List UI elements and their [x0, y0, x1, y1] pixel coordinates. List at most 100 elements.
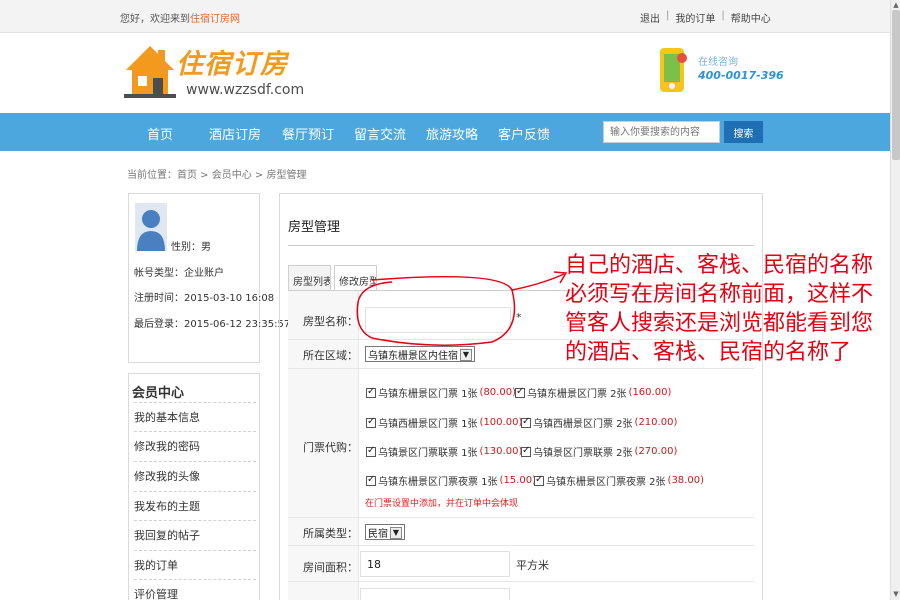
main-nav: 首页 酒店订房 餐厅预订 留言交流 旅游攻略 客户反馈 搜索 [0, 113, 890, 151]
type-select[interactable]: 民宿 ▼ [365, 524, 405, 540]
checkbox-checked-icon[interactable] [366, 474, 376, 486]
ticket-option[interactable]: 乌镇东栅景区门票 2张(160.00) [515, 385, 671, 400]
ticket-name: 乌镇东栅景区门票 2张 [527, 389, 627, 400]
row-divider [288, 545, 754, 546]
nav-item-travel-guide[interactable]: 旅游攻略 [426, 124, 478, 143]
avatar[interactable] [135, 203, 167, 251]
ticket-option[interactable]: 乌镇景区门票联票 2张(270.00) [521, 444, 677, 459]
row-divider [288, 581, 754, 582]
ticket-option[interactable]: 乌镇东栅景区门票 1张(80.00) [366, 385, 516, 400]
scroll-down-icon[interactable]: ▼ [892, 590, 900, 598]
tickets-note: 在门票设置中添加，并在订单中会体现 [365, 499, 519, 509]
menu-item-change-password[interactable]: 修改我的密码 [134, 431, 256, 460]
ticket-name: 乌镇西栅景区门票 1张 [378, 419, 478, 430]
ticket-name: 乌镇东栅景区门票夜票 2张 [546, 477, 666, 488]
logout-link[interactable]: 退出 [640, 10, 660, 25]
tab-room-list[interactable]: 房型列表 [288, 265, 331, 291]
house-logo-icon[interactable] [124, 44, 176, 100]
room-name-label: 房型名称： [303, 315, 358, 328]
ticket-price: (80.00) [479, 387, 516, 398]
checkbox-checked-icon[interactable] [366, 386, 376, 398]
room-name-input[interactable] [365, 307, 511, 333]
nav-item-hotel-booking[interactable]: 酒店订房 [209, 124, 261, 143]
room-area-input[interactable] [360, 551, 510, 577]
ticket-name: 乌镇景区门票联票 2张 [533, 448, 633, 459]
menu-item-my-topics[interactable]: 我发布的主题 [134, 491, 256, 520]
breadcrumb: 当前位置：首页 > 会员中心 > 房型管理 [127, 170, 307, 181]
room-area-unit: 平方米 [516, 559, 549, 572]
search-input[interactable] [603, 121, 720, 143]
row-divider [288, 517, 754, 518]
ticket-option[interactable]: 乌镇东栅景区门票夜票 2张(38.00) [534, 473, 704, 488]
nav-item-home[interactable]: 首页 [147, 124, 173, 143]
separator: | [666, 10, 670, 21]
menu-item-my-orders[interactable]: 我的订单 [134, 550, 256, 579]
ticket-price: (160.00) [628, 387, 672, 398]
area-select[interactable]: 乌镇东栅景区内住宿 ▼ [365, 346, 475, 362]
menu-item-change-avatar[interactable]: 修改我的头像 [134, 461, 256, 490]
checkbox-checked-icon[interactable] [521, 416, 531, 428]
welcome-site-link[interactable]: 住宿订房网 [190, 14, 240, 25]
profile-register-time: 注册时间：2015-03-10 16:08 [134, 293, 275, 304]
nav-item-messages[interactable]: 留言交流 [354, 124, 406, 143]
checkbox-checked-icon[interactable] [366, 416, 376, 428]
search-button[interactable]: 搜索 [724, 121, 763, 143]
chevron-down-icon: ▼ [390, 526, 402, 539]
type-label: 所属类型： [303, 527, 358, 540]
scroll-up-icon[interactable]: ▲ [892, 1, 900, 9]
room-area-label: 房间面积： [303, 561, 358, 574]
ticket-price: (270.00) [634, 446, 678, 457]
ticket-price: (15.00) [499, 475, 536, 486]
annotation-note: 自己的酒店、客栈、民宿的名称必须写在房间名称前面，这样不管客人搜索还是浏览都能看… [565, 253, 874, 365]
ticket-price: (210.00) [634, 417, 678, 428]
row-divider [288, 368, 754, 369]
separator: | [721, 10, 725, 21]
welcome-prefix: 您好，欢迎来到 [120, 14, 190, 25]
panel-title: 房型管理 [288, 220, 341, 235]
scrollbar-thumb[interactable] [892, 10, 900, 160]
menu-item-basic-info[interactable]: 我的基本信息 [134, 402, 256, 431]
ticket-name: 乌镇景区门票联票 1张 [378, 448, 478, 459]
profile-gender: 性别：男 [171, 242, 211, 253]
consult-phone: 400-0017-396 [698, 69, 784, 82]
logo-title[interactable]: 住宿订房 [176, 42, 288, 81]
menu-item-my-replies[interactable]: 我回复的帖子 [134, 520, 256, 549]
checkbox-checked-icon[interactable] [366, 445, 376, 457]
checkbox-checked-icon[interactable] [534, 474, 544, 486]
tickets-label: 门票代购： [303, 441, 358, 454]
nav-item-feedback[interactable]: 客户反馈 [498, 124, 550, 143]
ticket-price: (130.00) [479, 446, 523, 457]
ticket-option[interactable]: 乌镇西栅景区门票 1张(100.00) [366, 415, 522, 430]
phone-consult-icon[interactable] [656, 46, 690, 94]
checkbox-checked-icon[interactable] [521, 445, 531, 457]
profile-account-type: 帐号类型：企业账户 [134, 268, 224, 279]
next-field-input[interactable] [360, 588, 510, 600]
required-mark: * [516, 311, 522, 324]
profile-last-login: 最后登录：2015-06-12 23:35:57 [134, 319, 291, 330]
logo-url: www.wzzsdf.com [186, 82, 305, 98]
ticket-option[interactable]: 乌镇景区门票联票 1张(130.00) [366, 444, 522, 459]
member-center-menu: 会员中心 我的基本信息 修改我的密码 修改我的头像 我发布的主题 我回复的帖子 … [128, 373, 260, 600]
checkbox-checked-icon[interactable] [515, 386, 525, 398]
menu-item-reviews[interactable]: 评价管理 [134, 579, 256, 600]
tab-edit-room[interactable]: 修改房型 [334, 265, 377, 291]
help-center-link[interactable]: 帮助中心 [731, 10, 771, 25]
ticket-option[interactable]: 乌镇西栅景区门票 2张(210.00) [521, 415, 677, 430]
ticket-name: 乌镇东栅景区门票 1张 [378, 389, 478, 400]
my-orders-link[interactable]: 我的订单 [675, 10, 715, 25]
area-label: 所在区域： [303, 349, 358, 362]
type-select-value: 民宿 [368, 529, 388, 540]
member-center-title: 会员中心 [132, 386, 185, 401]
nav-item-restaurant[interactable]: 餐厅预订 [282, 124, 334, 143]
ticket-price: (100.00) [479, 417, 523, 428]
chevron-down-icon: ▼ [460, 348, 472, 361]
title-divider [288, 245, 754, 246]
area-select-value: 乌镇东栅景区内住宿 [368, 351, 458, 362]
top-bar: 您好，欢迎来到住宿订房网 退出 | 我的订单 | 帮助中心 [0, 0, 890, 33]
scrollbar[interactable]: ▲ ▼ [890, 0, 900, 600]
top-links: 退出 | 我的订单 | 帮助中心 [640, 10, 771, 25]
profile-box: 性别：男 帐号类型：企业账户 注册时间：2015-03-10 16:08 最后登… [128, 193, 290, 363]
page: 您好，欢迎来到住宿订房网 退出 | 我的订单 | 帮助中心 住宿订房 www.w… [0, 0, 900, 600]
ticket-option[interactable]: 乌镇东栅景区门票夜票 1张(15.00) [366, 473, 536, 488]
ticket-name: 乌镇东栅景区门票夜票 1张 [378, 477, 498, 488]
